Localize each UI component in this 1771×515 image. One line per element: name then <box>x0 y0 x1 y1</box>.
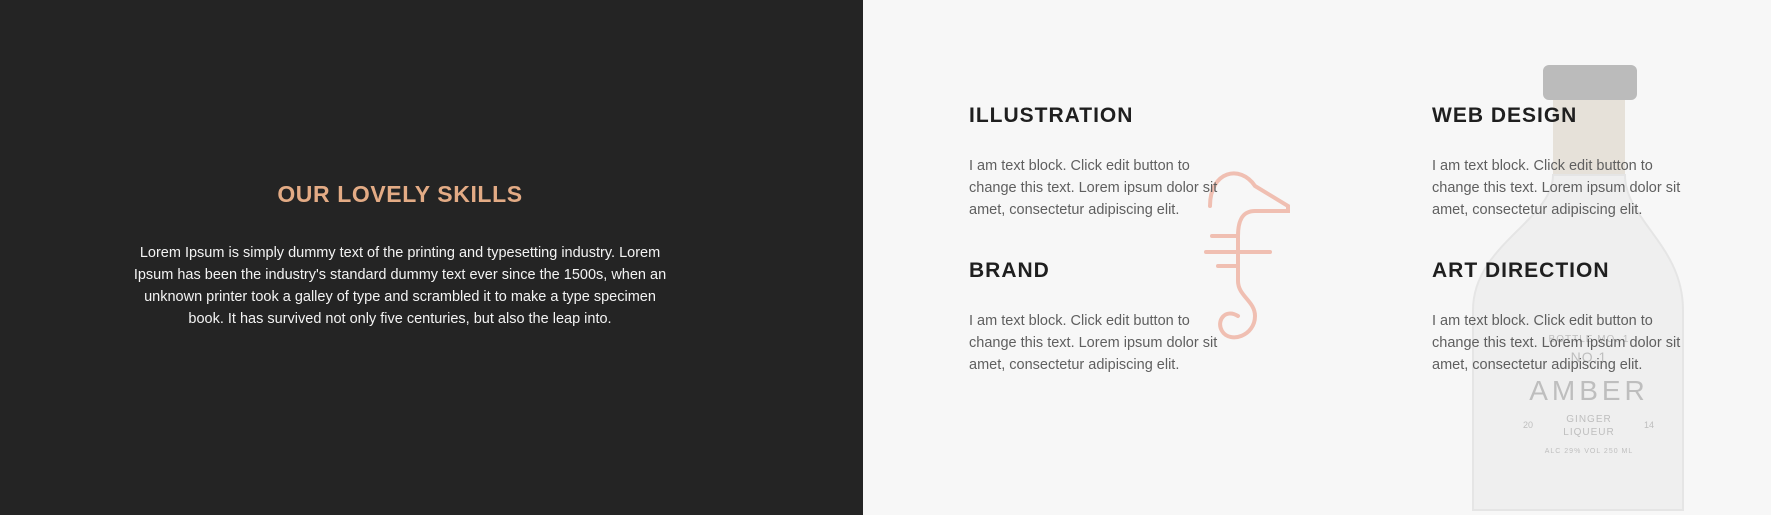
section-heading: OUR LOVELY SKILLS <box>277 181 523 207</box>
skill-title: BRAND <box>969 259 1050 282</box>
bottle-year-left: 20 <box>1523 420 1533 430</box>
skill-art-direction: ART DIRECTION I am text block. Click edi… <box>1432 257 1702 376</box>
bottle-year-right: 14 <box>1644 420 1654 430</box>
skill-title: ART DIRECTION <box>1432 259 1610 282</box>
bottle-sub1: GINGER <box>1566 414 1611 425</box>
skill-brand: BRAND I am text block. Click edit button… <box>969 257 1239 376</box>
skills-panel: BOTTLE MO. 1 NO.1 AMBER 20 14 GINGER LIQ… <box>863 0 1771 515</box>
intro-panel: OUR LOVELY SKILLS Lorem Ipsum is simply … <box>0 0 863 515</box>
skill-text: I am text block. Click edit button to ch… <box>1432 313 1681 373</box>
skill-illustration: ILLUSTRATION I am text block. Click edit… <box>969 102 1239 221</box>
skill-web-design: WEB DESIGN I am text block. Click edit b… <box>1432 102 1702 221</box>
page: OUR LOVELY SKILLS Lorem Ipsum is simply … <box>0 0 1771 515</box>
bottle-brand: AMBER <box>1529 375 1649 406</box>
skill-title: ILLUSTRATION <box>969 104 1134 127</box>
skill-text: I am text block. Click edit button to ch… <box>969 158 1218 218</box>
skill-title: WEB DESIGN <box>1432 104 1578 127</box>
bottle-abv: ALC 29% VOL 250 ML <box>1545 448 1634 455</box>
skill-text: I am text block. Click edit button to ch… <box>1432 158 1681 218</box>
skill-text: I am text block. Click edit button to ch… <box>969 313 1218 373</box>
intro-text: Lorem Ipsum is simply dummy text of the … <box>133 245 667 327</box>
bottle-sub2: LIQUEUR <box>1563 427 1614 438</box>
